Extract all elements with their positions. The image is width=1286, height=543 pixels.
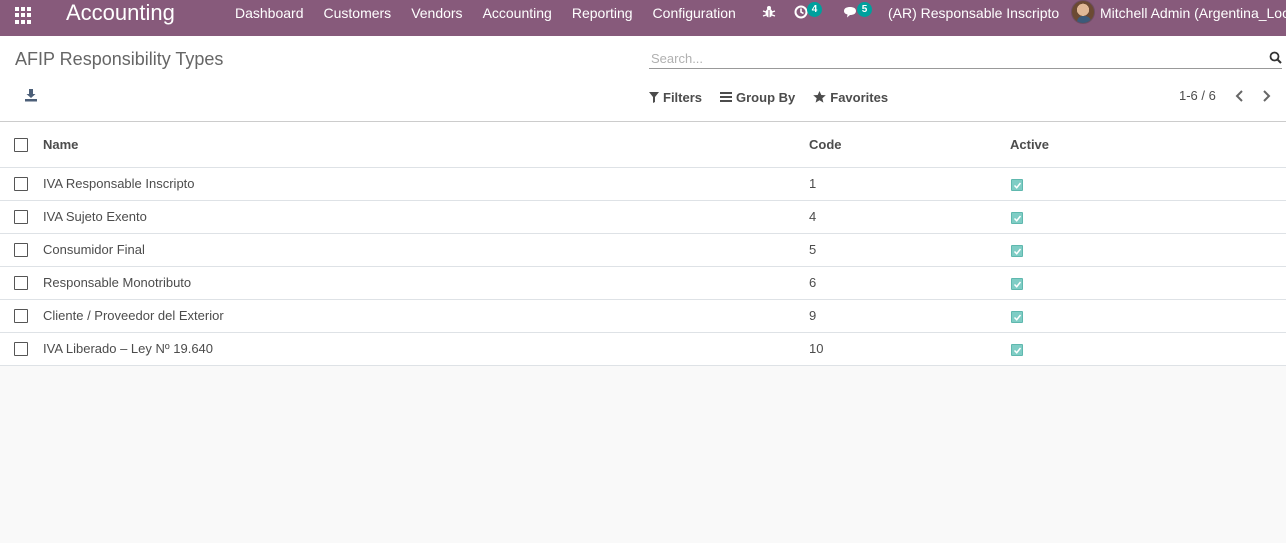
user-menu[interactable]: Mitchell Admin (Argentina_Loc) <box>1100 0 1286 26</box>
row-active-checkbox <box>1011 245 1023 257</box>
bug-icon[interactable] <box>762 5 776 19</box>
apps-icon[interactable] <box>15 6 33 24</box>
table-row[interactable]: Cliente / Proveedor del Exterior 9 <box>0 300 1286 333</box>
messages-count-badge: 5 <box>857 2 872 17</box>
row-code: 9 <box>809 308 817 323</box>
row-checkbox[interactable] <box>14 309 28 323</box>
table-row[interactable]: IVA Sujeto Exento 4 <box>0 201 1286 234</box>
row-code: 4 <box>809 209 817 224</box>
row-code: 10 <box>809 341 824 356</box>
menu-item-dashboard[interactable]: Dashboard <box>225 0 314 26</box>
row-checkbox[interactable] <box>14 210 28 224</box>
download-icon[interactable] <box>24 88 38 102</box>
page-title: AFIP Responsibility Types <box>15 49 224 69</box>
search-options: Filters Group By Favorites <box>649 88 906 106</box>
search-box <box>649 48 1282 69</box>
activity-count-badge: 4 <box>807 2 822 17</box>
top-navbar: Accounting Dashboard Customers Vendors A… <box>0 0 1286 36</box>
activity-button[interactable]: 4 <box>794 2 824 21</box>
table-row[interactable]: IVA Liberado – Ley Nº 19.640 10 <box>0 333 1286 366</box>
row-checkbox[interactable] <box>14 177 28 191</box>
menu-item-accounting[interactable]: Accounting <box>473 0 562 26</box>
row-active-checkbox <box>1011 311 1023 323</box>
star-icon <box>813 91 827 103</box>
row-active-checkbox <box>1011 344 1023 356</box>
list-table: Name Code Active IVA Responsable Inscrip… <box>0 122 1286 366</box>
filters-label: Filters <box>663 89 703 105</box>
row-name: Consumidor Final <box>43 242 145 257</box>
messages-icon <box>844 7 856 18</box>
row-name: IVA Liberado – Ley Nº 19.640 <box>43 341 214 356</box>
favorites-button[interactable]: Favorites <box>813 88 888 106</box>
row-active-checkbox <box>1011 212 1023 224</box>
row-code: 6 <box>809 275 817 290</box>
menu-item-customers[interactable]: Customers <box>314 0 402 26</box>
filter-icon <box>649 91 659 103</box>
group-by-icon <box>720 92 733 102</box>
row-code: 5 <box>809 242 817 257</box>
table-row[interactable]: Consumidor Final 5 <box>0 234 1286 267</box>
chevron-right-icon[interactable] <box>1262 90 1272 102</box>
row-name: Cliente / Proveedor del Exterior <box>43 308 224 323</box>
activity-icon <box>794 5 808 19</box>
filters-button[interactable]: Filters <box>649 88 702 106</box>
app-title: Accounting <box>66 0 175 25</box>
select-all-checkbox[interactable] <box>14 138 28 152</box>
company-switcher[interactable]: (AR) Responsable Inscripto <box>888 0 1059 26</box>
chevron-left-icon[interactable] <box>1234 90 1244 102</box>
row-checkbox[interactable] <box>14 342 28 356</box>
table-row[interactable]: Responsable Monotributo 6 <box>0 267 1286 300</box>
column-header-active[interactable]: Active <box>1010 122 1049 168</box>
pager-value[interactable]: 1-6 / 6 <box>1179 88 1216 103</box>
search-icon[interactable] <box>1269 51 1282 64</box>
row-active-checkbox <box>1011 278 1023 290</box>
menu-item-configuration[interactable]: Configuration <box>643 0 746 26</box>
row-active-checkbox <box>1011 179 1023 191</box>
favorites-label: Favorites <box>830 89 889 105</box>
main-menu: Dashboard Customers Vendors Accounting R… <box>225 0 746 26</box>
menu-item-vendors[interactable]: Vendors <box>401 0 472 26</box>
messages-button[interactable]: 5 <box>843 2 873 21</box>
column-header-code[interactable]: Code <box>809 122 842 168</box>
group-by-button[interactable]: Group By <box>720 88 795 106</box>
control-panel: AFIP Responsibility Types Filters Grou <box>0 36 1286 122</box>
menu-item-reporting[interactable]: Reporting <box>562 0 643 26</box>
table-row[interactable]: IVA Responsable Inscripto 1 <box>0 168 1286 201</box>
row-checkbox[interactable] <box>14 243 28 257</box>
group-by-label: Group By <box>736 89 796 105</box>
row-name: Responsable Monotributo <box>43 275 192 290</box>
search-input[interactable] <box>649 48 1249 68</box>
row-code: 1 <box>809 176 817 191</box>
row-name: IVA Sujeto Exento <box>43 209 147 224</box>
avatar[interactable] <box>1071 0 1095 24</box>
table-header: Name Code Active <box>0 122 1286 168</box>
row-checkbox[interactable] <box>14 276 28 290</box>
column-header-name[interactable]: Name <box>43 122 78 168</box>
row-name: IVA Responsable Inscripto <box>43 176 195 191</box>
